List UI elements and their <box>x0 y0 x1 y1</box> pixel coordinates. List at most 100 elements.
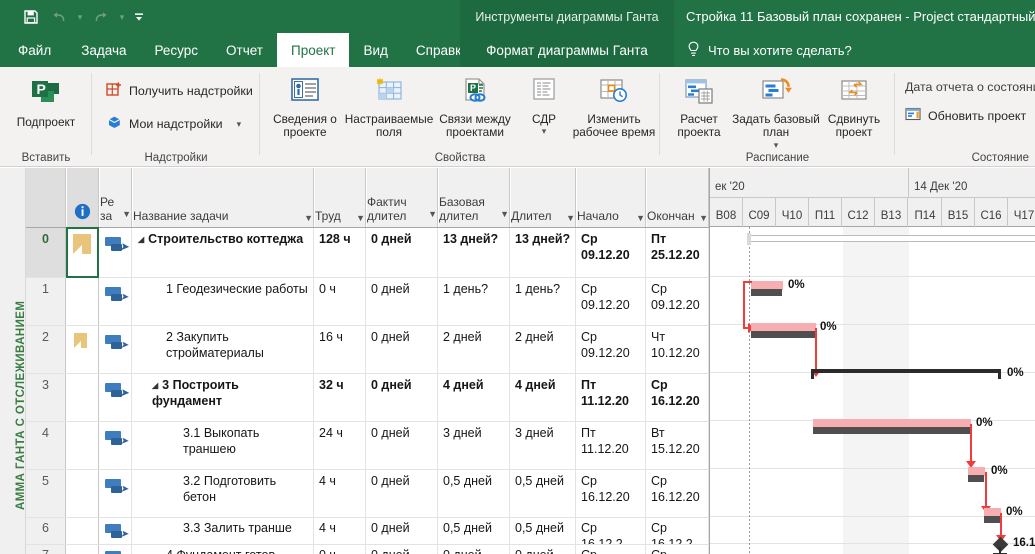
row-actual-duration[interactable]: 0 дней <box>366 278 438 325</box>
subproject-button[interactable]: P Подпроект <box>9 77 83 129</box>
row-task-name[interactable]: 2 Закупить стройматериалы <box>132 326 314 373</box>
filter-arrow-icon[interactable]: ▼ <box>300 213 313 223</box>
column-header-actual-duration[interactable]: Фактич длител ▼ <box>366 168 438 227</box>
set-baseline-button[interactable]: Задать базовый план ▾ <box>730 76 822 150</box>
tell-me-box[interactable]: Что вы хотите сделать? <box>674 33 852 67</box>
save-icon[interactable] <box>18 5 44 29</box>
row-indicator[interactable] <box>66 422 99 469</box>
row-finish[interactable]: Пт 25.12.20 <box>646 228 709 277</box>
column-header-duration[interactable]: Длител ▼ <box>510 168 576 227</box>
row-task-mode[interactable]: ➤ <box>99 470 132 517</box>
row-finish[interactable]: Ср 16.12.2 <box>646 518 709 544</box>
filter-arrow-icon[interactable]: ▼ <box>632 213 645 223</box>
row-baseline-duration[interactable]: 0,5 дней <box>438 470 510 517</box>
row-indicator[interactable] <box>66 228 99 277</box>
row-id[interactable]: 7 <box>26 545 66 554</box>
summary-bar[interactable] <box>811 369 1001 379</box>
row-start[interactable]: Ср 09.12.20 <box>576 326 646 373</box>
table-row[interactable]: 3 ➤ ◢ 3 Построить фундамент 32 ч 0 дней 4… <box>26 374 709 422</box>
row-indicator[interactable] <box>66 374 99 421</box>
table-row[interactable]: 7 ➤ 4 Фундамент готов 0 ч 0 дней 0 дней … <box>26 545 709 554</box>
row-task-name[interactable]: ◢ Строительство коттеджа <box>132 228 314 277</box>
change-working-time-button[interactable]: Изменить рабочее время <box>570 76 658 140</box>
row-finish[interactable]: Ср 16.12.20 <box>646 374 709 421</box>
tab-view[interactable]: Вид <box>349 33 401 67</box>
set-baseline-dropdown-icon[interactable]: ▾ <box>774 140 779 150</box>
wbs-dropdown-icon[interactable]: ▾ <box>542 126 547 136</box>
row-start[interactable]: Ср 09.12.20 <box>576 228 646 277</box>
project-information-button[interactable]: Сведения о проекте <box>266 76 344 140</box>
redo-dropdown-icon[interactable]: ▾ <box>116 12 128 23</box>
row-work[interactable]: 4 ч <box>314 470 366 517</box>
column-header-select-all[interactable] <box>26 168 66 227</box>
row-task-mode[interactable]: ➤ <box>99 374 132 421</box>
row-id[interactable]: 2 <box>26 326 66 373</box>
row-finish[interactable]: Ср 16.12.20 <box>646 470 709 517</box>
table-row[interactable]: 0 ➤ ◢ Строительство коттеджа 128 ч 0 дней… <box>26 227 709 278</box>
collapse-arrow-icon[interactable]: ◢ <box>152 381 158 391</box>
filter-arrow-icon[interactable]: ▼ <box>352 213 365 223</box>
row-task-mode[interactable]: ➤ <box>99 278 132 325</box>
row-task-mode[interactable]: ➤ <box>99 422 132 469</box>
row-work[interactable]: 32 ч <box>314 374 366 421</box>
row-work[interactable]: 24 ч <box>314 422 366 469</box>
row-duration[interactable]: 3 дней <box>510 422 576 469</box>
customize-qat-icon[interactable] <box>130 10 148 24</box>
project-summary-bar[interactable] <box>749 235 1035 242</box>
move-project-button[interactable]: Сдвинуть проект <box>822 76 886 140</box>
links-between-projects-button[interactable]: P Связи между проектами <box>434 76 516 140</box>
filter-arrow-icon[interactable]: ▼ <box>118 209 131 223</box>
table-row[interactable]: 1 ➤ 1 Геодезические работы 0 ч 0 дней 1 … <box>26 278 709 326</box>
row-task-name[interactable]: 1 Геодезические работы <box>132 278 314 325</box>
row-id[interactable]: 0 <box>26 228 66 277</box>
row-indicator[interactable] <box>66 326 99 373</box>
row-work[interactable]: 0 ч <box>314 278 366 325</box>
row-indicator[interactable] <box>66 545 99 554</box>
update-project-button[interactable]: Обновить проект <box>905 107 1026 125</box>
tab-report[interactable]: Отчет <box>212 33 277 67</box>
row-indicator[interactable] <box>66 470 99 517</box>
filter-arrow-icon[interactable]: ▼ <box>424 209 437 223</box>
tab-project[interactable]: Проект <box>277 33 350 67</box>
calculate-project-button[interactable]: Расчет проекта <box>668 76 730 140</box>
row-task-mode[interactable]: ➤ <box>99 518 132 544</box>
filter-arrow-icon[interactable]: ▼ <box>562 213 575 223</box>
tab-gantt-chart-format[interactable]: Формат диаграммы Ганта <box>460 33 674 67</box>
row-finish[interactable]: Ср 16.12.2 <box>646 545 709 554</box>
row-duration[interactable]: 2 дней <box>510 326 576 373</box>
row-start[interactable]: Ср 09.12.20 <box>576 278 646 325</box>
status-date-field[interactable]: Дата отчета о состоянии <box>905 80 1035 94</box>
row-start[interactable]: Ср 16.12.2 <box>576 545 646 554</box>
task-bar[interactable] <box>813 427 970 434</box>
note-indicator-icon[interactable] <box>73 234 91 254</box>
row-task-name[interactable]: 3.3 Залить транше <box>132 518 314 544</box>
my-addins-button[interactable]: Мои надстройки ▾ <box>106 114 241 134</box>
row-baseline-duration[interactable]: 0,5 дней <box>438 518 510 544</box>
row-finish[interactable]: Ср 09.12.20 <box>646 278 709 325</box>
filter-arrow-icon[interactable]: ▼ <box>695 213 708 223</box>
row-start[interactable]: Ср 16.12.2 <box>576 518 646 544</box>
row-baseline-duration[interactable]: 13 дней? <box>438 228 510 277</box>
row-work[interactable]: 128 ч <box>314 228 366 277</box>
row-task-name[interactable]: 3.1 Выкопать траншею <box>132 422 314 469</box>
column-header-work[interactable]: Труд ▼ <box>314 168 366 227</box>
row-duration[interactable]: 0 дней <box>510 545 576 554</box>
row-task-mode[interactable]: ➤ <box>99 326 132 373</box>
row-baseline-duration[interactable]: 2 дней <box>438 326 510 373</box>
row-actual-duration[interactable]: 0 дней <box>366 228 438 277</box>
timescale-header[interactable]: ек '20 14 Дек '20 В08 С09 Ч10 П11 С12 В1… <box>710 168 1035 227</box>
task-bar[interactable] <box>751 331 815 338</box>
row-id[interactable]: 1 <box>26 278 66 325</box>
row-id[interactable]: 5 <box>26 470 66 517</box>
row-start[interactable]: Пт 11.12.20 <box>576 422 646 469</box>
tab-resource[interactable]: Ресурс <box>141 33 213 67</box>
table-row[interactable]: 2 ➤ 2 Закупить стройматериалы 16 ч 0 дне… <box>26 326 709 374</box>
collapse-arrow-icon[interactable]: ◢ <box>138 235 144 245</box>
row-indicator[interactable] <box>66 278 99 325</box>
column-header-indicators[interactable] <box>66 168 99 227</box>
table-row[interactable]: 4 ➤ 3.1 Выкопать траншею 24 ч 0 дней 3 д… <box>26 422 709 470</box>
column-header-start[interactable]: Начало ▼ <box>576 168 646 227</box>
row-id[interactable]: 6 <box>26 518 66 544</box>
row-id[interactable]: 4 <box>26 422 66 469</box>
undo-icon[interactable] <box>46 5 72 29</box>
